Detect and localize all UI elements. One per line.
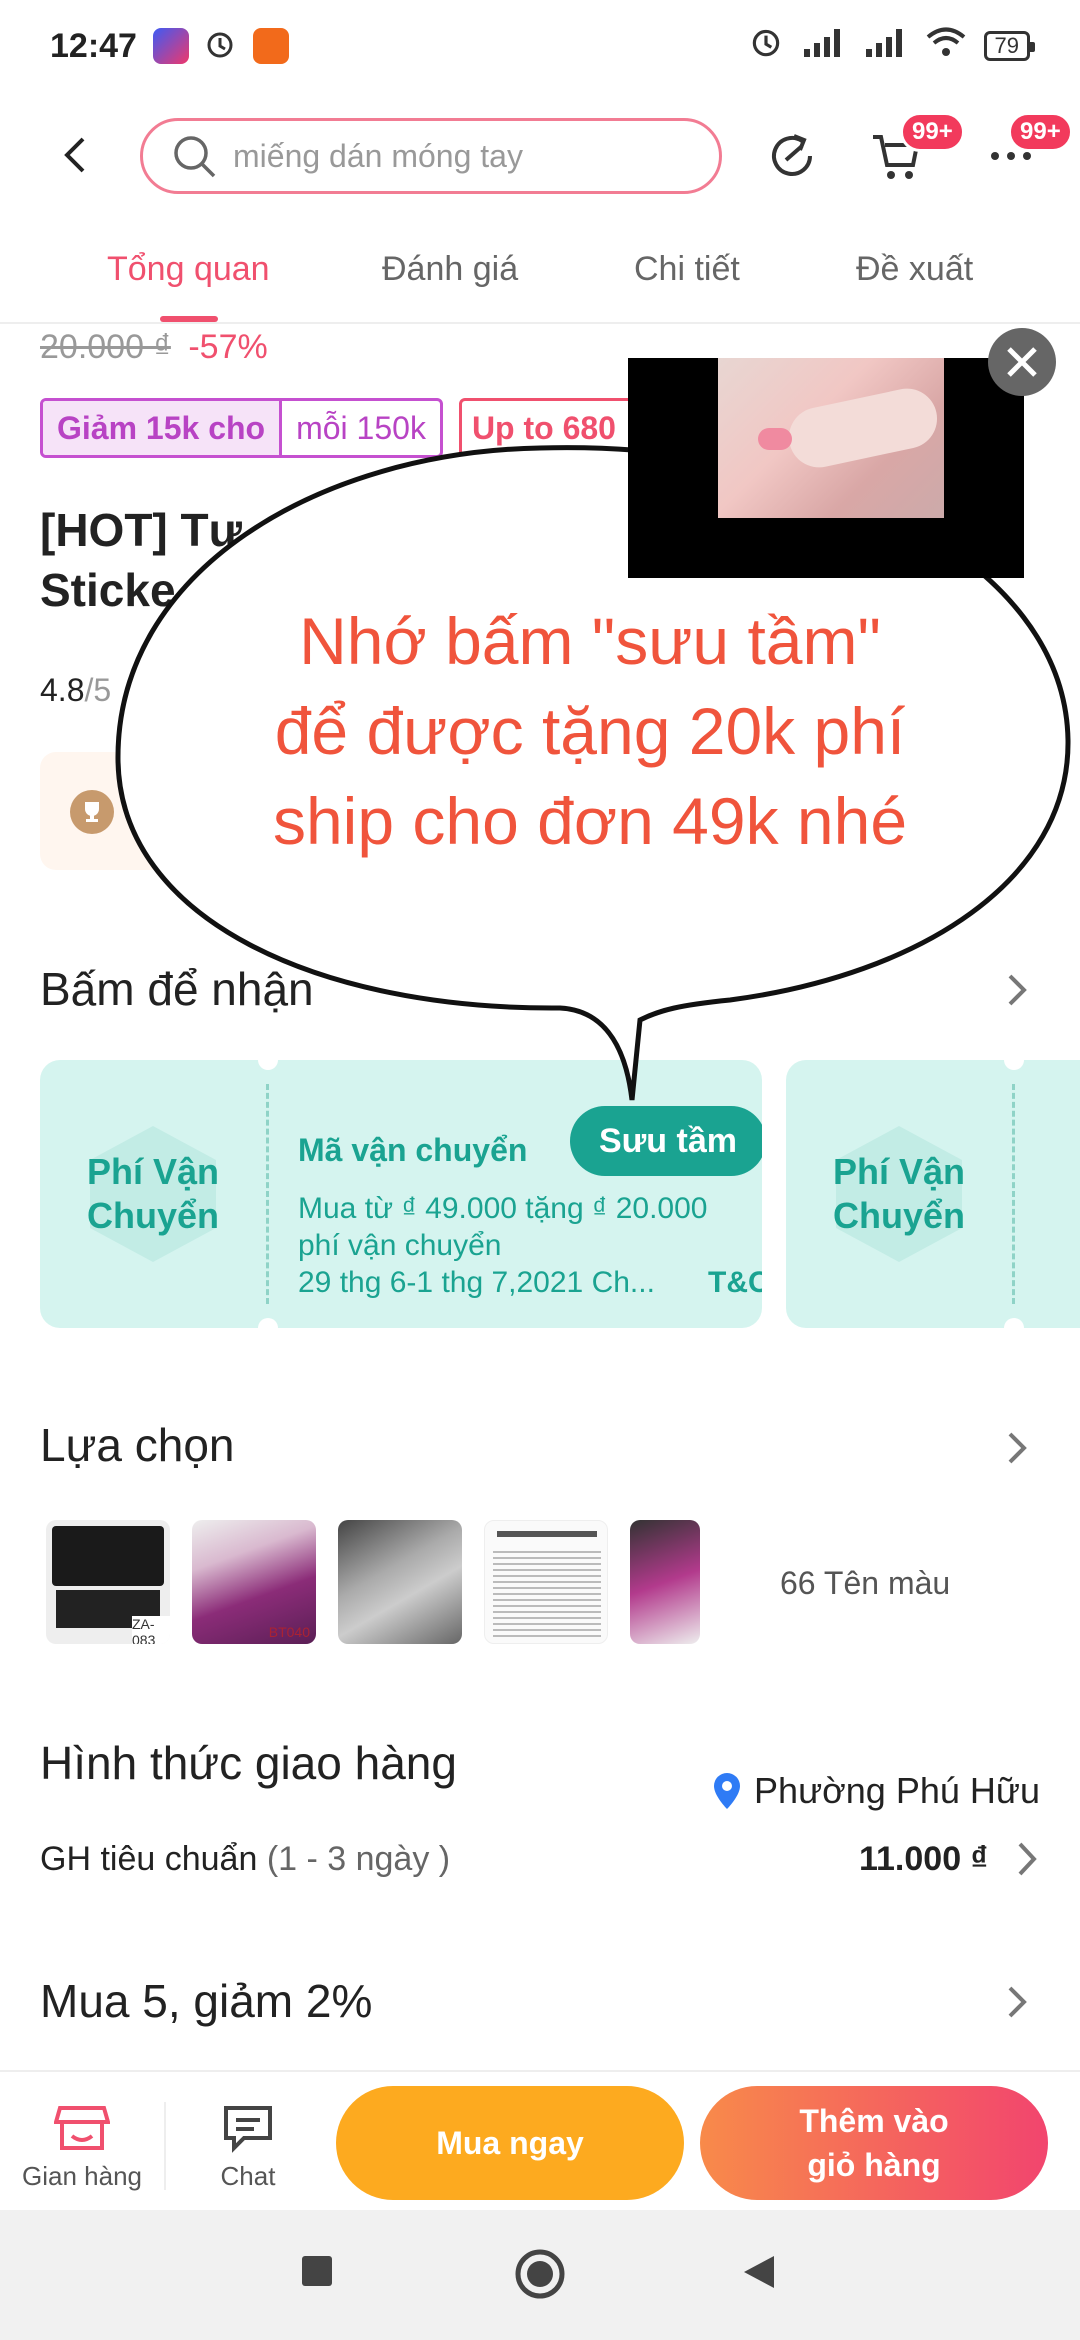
promo-tag-discount-label: Giảm 15k cho <box>43 401 283 455</box>
thumb-caption: ZA-083 <box>132 1616 170 1644</box>
variant-thumbnail[interactable]: ZA-083 <box>46 1520 170 1644</box>
back-nav-button[interactable] <box>740 2254 776 2295</box>
store-label: Gian hàng <box>22 2161 142 2191</box>
variant-thumbnail[interactable] <box>484 1520 608 1644</box>
voucher-description: Mua từ ₫ 49.000 tặng ₫ 20.000 phí vận ch… <box>298 1192 708 1262</box>
chevron-right-icon[interactable] <box>1012 1840 1040 1878</box>
back-arrow-icon <box>64 137 85 173</box>
tab-recommendations[interactable]: Đề xuất <box>856 250 973 289</box>
chevron-right-icon[interactable] <box>1002 970 1034 1010</box>
promo-tag-discount[interactable]: Giảm 15k cho mỗi 150k <box>40 398 443 458</box>
delivery-location[interactable]: Phường Phú Hữu <box>712 1770 1040 1812</box>
wifi-icon <box>926 26 966 66</box>
alarm-icon <box>203 27 237 66</box>
promo-tag-upto[interactable]: Up to 680 <box>458 398 649 458</box>
tab-overview[interactable]: Tổng quan <box>107 250 270 289</box>
vouchers-section-title: Bấm để nhận <box>40 963 314 1015</box>
delivery-duration: (1 - 3 ngày ) <box>266 1840 451 1878</box>
original-price: 20.000 ₫ <box>40 328 171 366</box>
promo-tags: Giảm 15k cho mỗi 150k Up to 680 <box>40 398 649 458</box>
price-row: 20.000 ₫ -57% <box>40 328 268 367</box>
location-pin-icon <box>714 1773 741 1809</box>
battery-icon: 79 <box>983 31 1036 61</box>
bundle-deal-title[interactable]: Mua 5, giảm 2% <box>40 1974 372 2028</box>
store-icon <box>53 2106 111 2150</box>
variant-thumbnails: ZA-083 BT040 <box>46 1520 700 1644</box>
delivery-location-text: Phường Phú Hữu <box>754 1770 1040 1811</box>
chevron-right-icon[interactable] <box>1002 1428 1034 1468</box>
voucher-terms-link[interactable]: T&C <box>708 1266 762 1300</box>
variant-count[interactable]: 66 Tên màu <box>780 1565 950 1602</box>
voucher-card: Phí Vận Chuyển Mã Mu 40 29 <box>786 1060 1080 1328</box>
buy-now-button[interactable]: Mua ngay <box>336 2086 684 2200</box>
chevron-right-icon[interactable] <box>1002 1982 1034 2022</box>
options-section-title: Lựa chọn <box>40 1419 235 1471</box>
signal-icon <box>864 27 908 65</box>
variant-thumbnail[interactable] <box>338 1520 462 1644</box>
chat-label: Chat <box>220 2161 276 2191</box>
video-frame <box>718 358 944 518</box>
product-tabs: Tổng quan Đánh giá Chi tiết Đề xuất <box>0 236 1080 324</box>
search-icon <box>174 136 216 178</box>
active-tab-indicator <box>160 316 218 322</box>
delivery-method: GH tiêu chuẩn (1 - 3 ngày ) <box>40 1840 451 1878</box>
delivery-fee: 11.000 ₫ <box>858 1840 988 1878</box>
more-badge: 99+ <box>1008 112 1073 152</box>
delivery-row[interactable]: Phường Phú Hữu GH tiêu chuẩn (1 - 3 ngày… <box>40 1770 1040 1879</box>
chat-button[interactable]: Chat <box>188 2102 308 2192</box>
delivery-section-title: Hình thức giao hàng <box>40 1737 457 1789</box>
search-bar[interactable] <box>140 118 722 194</box>
collect-voucher-button[interactable]: Sưu tầm <box>570 1106 762 1176</box>
tab-details[interactable]: Chi tiết <box>634 250 740 289</box>
variant-thumbnail[interactable] <box>630 1520 700 1644</box>
status-bar: 12:47 79 <box>0 0 1080 92</box>
mi-app-icon <box>252 28 289 64</box>
recents-button[interactable] <box>300 2254 334 2293</box>
voucher-notch <box>258 1318 278 1328</box>
floating-video-player[interactable] <box>628 358 1024 578</box>
share-icon <box>772 134 812 176</box>
voucher-divider <box>1012 1084 1015 1304</box>
home-button[interactable] <box>514 2248 566 2305</box>
tab-reviews[interactable]: Đánh giá <box>382 250 518 289</box>
system-navigation-bar <box>0 2210 1080 2340</box>
product-rating[interactable]: 4.8/5 <box>40 672 111 709</box>
rating-scale: /5 <box>84 672 112 708</box>
add-to-cart-button[interactable]: Thêm vào giỏ hàng <box>700 2086 1048 2200</box>
signal-icon <box>802 27 846 65</box>
back-button[interactable] <box>52 133 96 177</box>
search-input[interactable] <box>233 137 673 175</box>
circle-icon <box>515 2249 565 2299</box>
bottom-action-bar: Gian hàng Chat Mua ngay Thêm vào giỏ hàn… <box>0 2070 1080 2210</box>
variant-thumbnail[interactable]: BT040 <box>192 1520 316 1644</box>
cart-badge: 99+ <box>900 112 965 152</box>
search-header: 99+ 99+ <box>0 100 1080 210</box>
store-button[interactable]: Gian hàng <box>16 2102 148 2192</box>
status-time: 12:47 <box>50 26 137 65</box>
trophy-icon <box>70 790 114 834</box>
square-icon <box>302 2256 332 2286</box>
lazada-app-icon <box>152 28 189 64</box>
voucher-divider <box>266 1084 269 1304</box>
alarm-icon <box>748 24 784 68</box>
voucher-card: Phí Vận Chuyển Mã vận chuyển Sưu tầm Mua… <box>40 1060 762 1328</box>
voucher-label: Phí Vận Chuyển <box>86 1151 220 1236</box>
promo-tag-discount-condition: mỗi 150k <box>296 410 426 446</box>
voucher-notch <box>1004 1318 1024 1328</box>
voucher-label: Phí Vận Chuyển <box>832 1151 966 1236</box>
triangle-back-icon <box>744 2256 774 2288</box>
discount-percent: -57% <box>188 328 268 366</box>
voucher-date: 29 thg 6-1 thg 7,2021 Ch... <box>298 1266 655 1299</box>
speech-bubble-text: Nhớ bấm "sưu tầm" để được tặng 20k phí s… <box>272 604 908 858</box>
voucher-type: Mã vận chuyển <box>298 1132 528 1168</box>
chat-icon <box>224 2106 272 2153</box>
close-icon <box>1007 347 1037 377</box>
close-video-button[interactable] <box>988 328 1056 396</box>
rating-value: 4.8 <box>40 672 85 708</box>
thumb-caption: BT040 <box>268 1624 310 1640</box>
share-button[interactable] <box>762 126 822 186</box>
bottom-bar-separator <box>164 2102 166 2190</box>
